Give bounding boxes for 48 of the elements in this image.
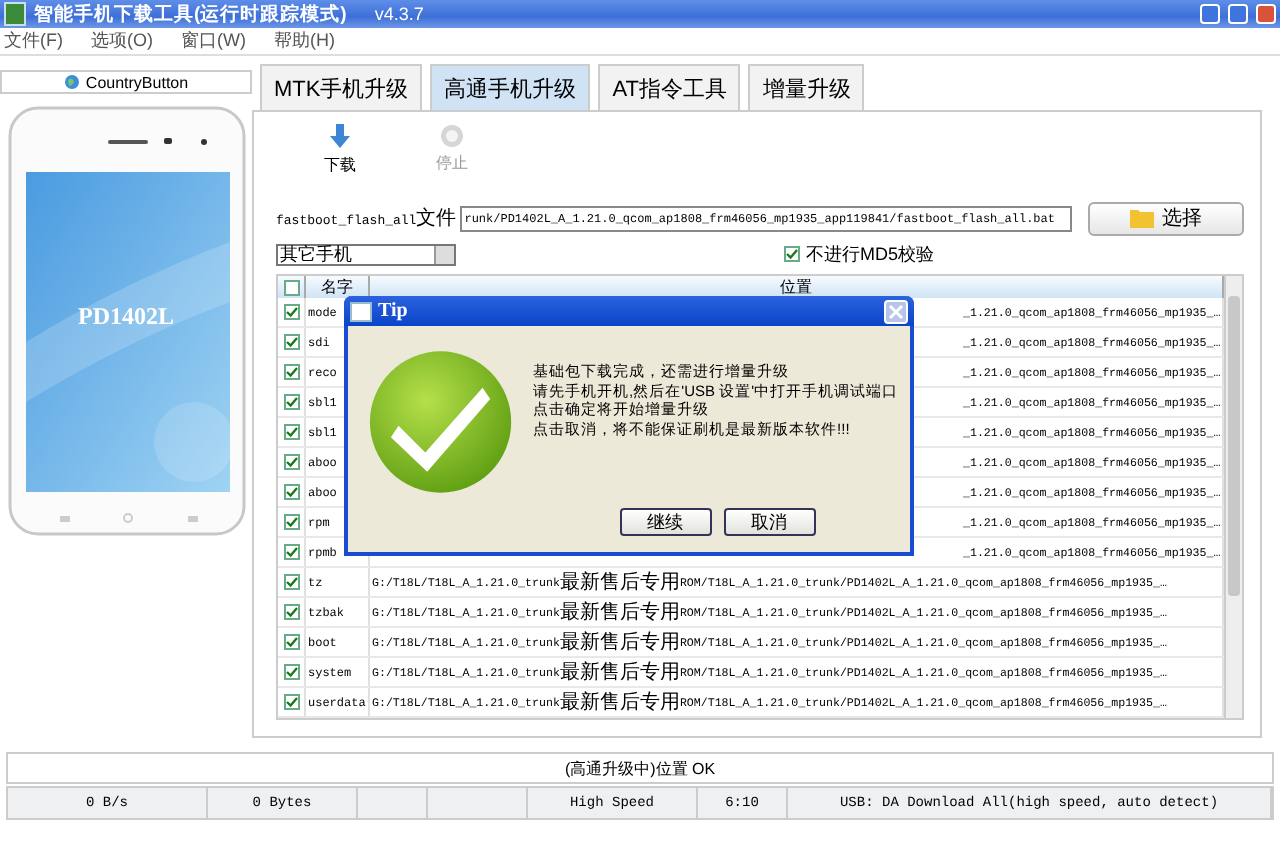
close-button[interactable] (884, 299, 908, 323)
checkbox[interactable] (283, 514, 299, 530)
choose-button[interactable]: 选择 (1088, 201, 1245, 235)
checkbox-label: 不进行MD5校验 (806, 241, 935, 267)
checkbox[interactable] (283, 334, 299, 350)
checkbox[interactable] (283, 604, 299, 620)
checkbox[interactable] (283, 304, 299, 320)
close-icon[interactable] (1256, 4, 1276, 24)
checkbox[interactable] (283, 694, 299, 710)
checkmark-icon (368, 346, 514, 498)
checkbox[interactable] (283, 544, 299, 560)
app-icon (4, 2, 26, 26)
checkbox[interactable] (283, 574, 299, 590)
menu-item[interactable]: 帮助(H) (274, 28, 335, 54)
phone-model-label: PD1402L (76, 302, 176, 332)
country-button[interactable]: CountryButton (0, 70, 252, 94)
checkbox[interactable] (283, 454, 299, 470)
checkbox[interactable] (283, 664, 299, 680)
scrollbar[interactable] (1224, 276, 1243, 718)
checkbox[interactable] (283, 634, 299, 650)
tab[interactable]: 增量升级 (748, 64, 865, 110)
folder-icon (1130, 208, 1155, 228)
stop-icon (440, 124, 464, 148)
dialog-title: Tip (378, 300, 408, 322)
minimize-icon[interactable] (1200, 4, 1220, 24)
menu-item[interactable]: 选项(O) (91, 28, 153, 54)
window-title: 智能手机下载工具(运行时跟踪模式) (34, 1, 347, 27)
cancel-button[interactable]: 取消 (723, 508, 815, 536)
status-message: (高通升级中)位置 OK (6, 752, 1274, 784)
down-arrow-icon (328, 123, 352, 149)
menu-item[interactable]: 窗口(W) (181, 28, 246, 54)
checkbox[interactable] (784, 246, 800, 262)
checkbox[interactable] (283, 484, 299, 500)
tab[interactable]: AT指令工具 (598, 64, 741, 110)
window-icon (350, 301, 372, 321)
globe-icon (63, 74, 80, 90)
continue-button[interactable]: 继续 (619, 508, 711, 536)
menu-item[interactable]: 文件(F) (4, 28, 63, 54)
maximize-icon[interactable] (1228, 4, 1248, 24)
checkbox[interactable] (283, 424, 299, 440)
version-label: v4.3.7 (374, 4, 424, 24)
download-button[interactable]: 下载 (324, 123, 356, 175)
tab[interactable]: MTK手机升级 (260, 64, 423, 110)
checkbox[interactable] (283, 394, 299, 410)
tab[interactable]: 高通手机升级 (430, 64, 591, 110)
phone-dropdown[interactable]: 其它手机 (276, 243, 456, 265)
checkbox[interactable] (283, 279, 299, 295)
checkbox[interactable] (283, 364, 299, 380)
